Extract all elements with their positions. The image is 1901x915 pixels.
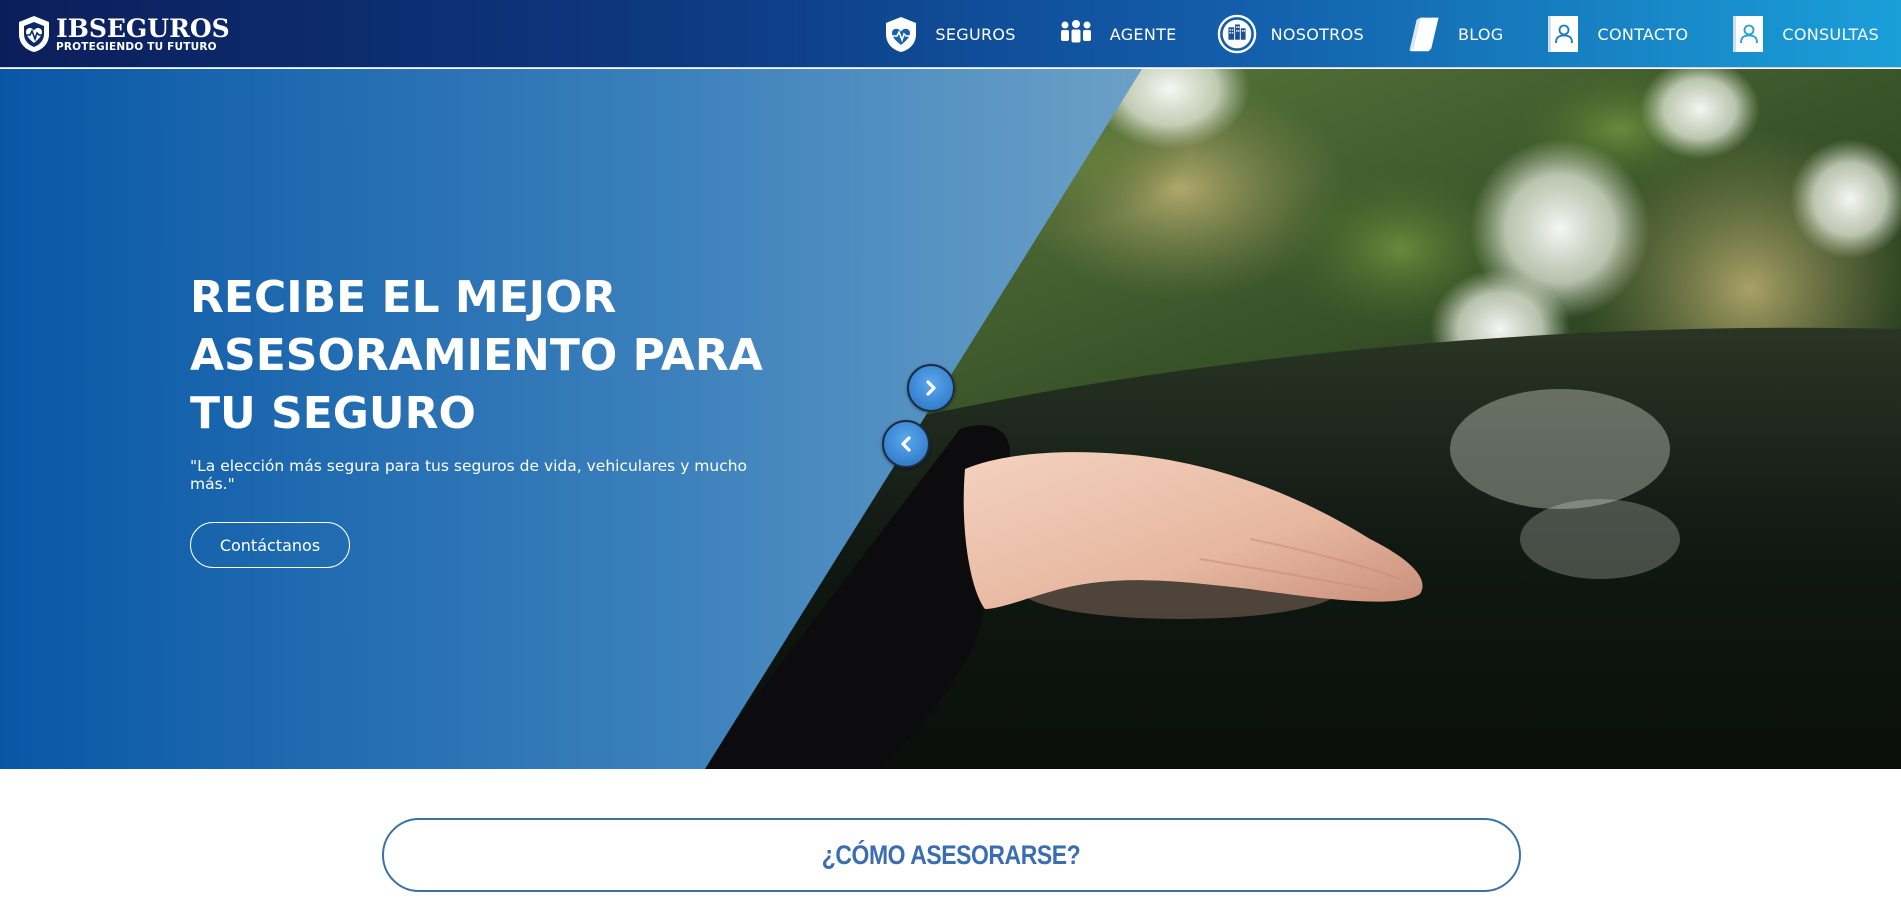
nav-item-contacto[interactable]: CONTACTO	[1543, 14, 1688, 54]
nav-item-seguros[interactable]: SEGUROS	[881, 14, 1015, 54]
nav-item-consultas[interactable]: CONSULTAS	[1728, 14, 1879, 54]
contact-card-icon	[1543, 14, 1583, 54]
building-circle-icon	[1217, 14, 1257, 54]
main-nav: SEGUROS AGENTE NOSOTROS BLOG CONTACTO CO…	[881, 0, 1879, 68]
chevron-left-icon	[901, 436, 911, 452]
shield-heart-logo-icon	[19, 16, 49, 52]
section-title: ¿CÓMO ASESORARSE?	[822, 839, 1081, 870]
nav-label-agente: AGENTE	[1109, 24, 1177, 44]
nav-label-contacto: CONTACTO	[1597, 24, 1689, 44]
nav-label-consultas: CONSULTAS	[1782, 24, 1879, 44]
section-title-pill: ¿CÓMO ASESORARSE?	[382, 818, 1521, 892]
nav-item-agente[interactable]: AGENTE	[1056, 14, 1177, 54]
carousel-next-button[interactable]	[907, 364, 955, 412]
nav-item-nosotros[interactable]: NOSOTROS	[1217, 14, 1364, 54]
top-navbar: IBSEGUROS PROTEGIENDO TU FUTURO SEGUROS	[0, 0, 1901, 68]
book-icon	[1404, 14, 1444, 54]
brand-tagline: PROTEGIENDO TU FUTURO	[56, 40, 217, 53]
heart-shield-icon	[881, 14, 921, 54]
nav-label-blog: BLOG	[1457, 24, 1504, 44]
nav-item-blog[interactable]: BLOG	[1404, 14, 1504, 54]
hero-carousel: RECIBE EL MEJOR ASESORAMIENTO PARA TU SE…	[0, 69, 1901, 769]
carousel-prev-button[interactable]	[882, 420, 930, 468]
contact-card-icon	[1728, 14, 1768, 54]
people-icon	[1056, 14, 1096, 54]
brand-name: IBSEGUROS	[56, 13, 230, 43]
contact-cta-button[interactable]: Contáctanos	[190, 522, 350, 568]
hero-subtitle: "La elección más segura para tus seguros…	[190, 457, 748, 493]
hero-title: RECIBE EL MEJOR ASESORAMIENTO PARA TU SE…	[190, 272, 763, 439]
brand-logo[interactable]: IBSEGUROS PROTEGIENDO TU FUTURO	[16, 14, 230, 54]
chevron-right-icon	[926, 380, 936, 396]
nav-label-nosotros: NOSOTROS	[1270, 24, 1364, 44]
nav-label-seguros: SEGUROS	[935, 24, 1016, 44]
